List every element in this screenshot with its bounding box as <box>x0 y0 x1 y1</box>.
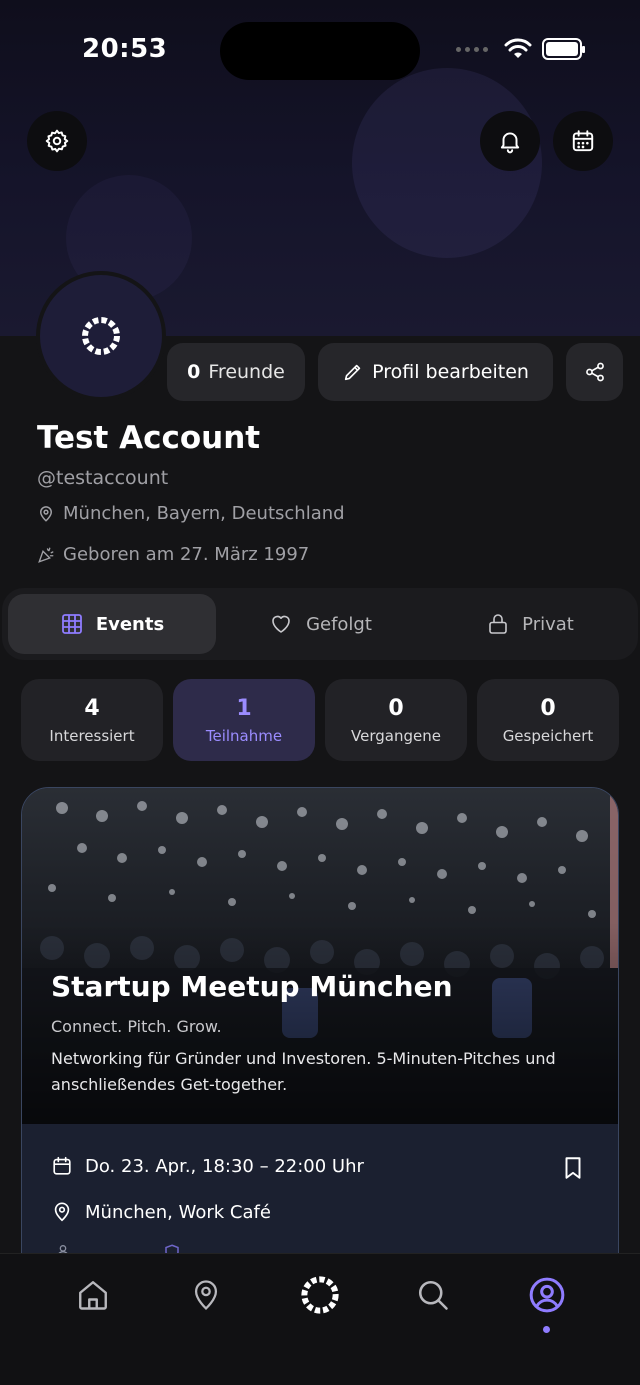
edit-profile-label: Profil bearbeiten <box>372 361 529 383</box>
stat-value: 0 <box>540 695 556 721</box>
stat-value: 0 <box>388 695 404 721</box>
event-location-row: München, Work Café <box>51 1201 271 1223</box>
share-button[interactable] <box>566 343 623 401</box>
bookmark-button[interactable] <box>560 1154 586 1186</box>
signal-dots-icon <box>456 46 488 52</box>
friends-label: Freunde <box>208 361 285 383</box>
tab-events[interactable]: Events <box>8 594 216 654</box>
stat-label: Interessiert <box>49 726 135 745</box>
stat-saved[interactable]: 0 Gespeichert <box>477 679 619 761</box>
notifications-button[interactable] <box>480 111 540 171</box>
bookmark-icon <box>565 1157 581 1179</box>
heart-icon <box>272 615 290 633</box>
profile-handle: @testaccount <box>37 467 169 489</box>
gear-icon <box>45 129 69 153</box>
friends-count: 0 <box>187 361 201 383</box>
nav-map[interactable] <box>183 1272 229 1318</box>
map-pin-icon <box>54 1202 70 1222</box>
stat-value: 1 <box>236 695 252 721</box>
share-icon <box>585 362 604 382</box>
event-title: Startup Meetup München <box>51 970 453 1003</box>
tab-private[interactable]: Privat <box>428 594 632 654</box>
calendar-icon <box>53 1156 71 1175</box>
event-date: Do. 23. Apr., 18:30 – 22:00 Uhr <box>85 1155 364 1177</box>
stat-label: Vergangene <box>351 726 441 745</box>
nav-home[interactable] <box>70 1272 116 1318</box>
lock-icon <box>489 614 507 634</box>
event-date-row: Do. 23. Apr., 18:30 – 22:00 Uhr <box>51 1155 364 1177</box>
home-icon <box>79 1281 107 1310</box>
edit-profile-button[interactable]: Profil bearbeiten <box>318 343 553 401</box>
search-icon <box>418 1280 448 1310</box>
stat-attending[interactable]: 1 Teilnahme <box>173 679 315 761</box>
profile-icon <box>529 1277 565 1313</box>
status-bar-indicators <box>456 38 585 60</box>
bell-icon <box>500 132 520 154</box>
stat-label: Gespeichert <box>502 726 594 745</box>
pencil-icon <box>344 364 361 381</box>
party-popper-icon <box>38 547 54 563</box>
tab-followed[interactable]: Gefolgt <box>220 594 420 654</box>
wifi-icon <box>504 38 532 58</box>
stat-past[interactable]: 0 Vergangene <box>325 679 467 761</box>
nav-profile[interactable] <box>524 1272 570 1318</box>
tab-label: Privat <box>522 613 574 635</box>
friends-button[interactable]: 0 Freunde <box>167 343 305 401</box>
stat-interested[interactable]: 4 Interessiert <box>21 679 163 761</box>
profile-location: München, Bayern, Deutschland <box>37 503 345 524</box>
profile-name: Test Account <box>37 420 261 456</box>
location-text: München, Bayern, Deutschland <box>63 503 345 524</box>
birthday-text: Geboren am 27. März 1997 <box>63 544 310 565</box>
event-card[interactable]: Startup Meetup München Connect. Pitch. G… <box>21 787 619 1307</box>
calendar-button[interactable] <box>553 111 613 171</box>
profile-tabs: Events Gefolgt Privat <box>2 588 638 660</box>
app-logo-icon <box>301 1276 339 1314</box>
avatar[interactable] <box>36 271 166 401</box>
battery-icon <box>542 38 585 60</box>
nav-home-logo[interactable] <box>297 1272 343 1318</box>
map-pin-icon <box>194 1280 218 1310</box>
profile-birthday: Geboren am 27. März 1997 <box>37 544 309 565</box>
app-logo-icon <box>82 317 120 355</box>
status-bar-time: 20:53 <box>82 34 168 64</box>
settings-button[interactable] <box>27 111 87 171</box>
map-pin-icon <box>39 505 53 522</box>
event-image: Startup Meetup München Connect. Pitch. G… <box>22 788 618 1124</box>
nav-search[interactable] <box>410 1272 456 1318</box>
active-nav-indicator <box>543 1326 550 1333</box>
tab-label: Events <box>95 613 165 635</box>
grid-icon <box>61 614 82 634</box>
stat-value: 4 <box>84 695 100 721</box>
event-description: Networking für Gründer und Investoren. 5… <box>51 1049 556 1094</box>
calendar-icon <box>572 130 594 152</box>
tab-label: Gefolgt <box>306 613 372 635</box>
dynamic-island <box>220 22 420 80</box>
stat-label: Teilnahme <box>205 726 283 745</box>
event-subtitle: Connect. Pitch. Grow. <box>51 1017 222 1036</box>
event-location: München, Work Café <box>85 1201 271 1223</box>
